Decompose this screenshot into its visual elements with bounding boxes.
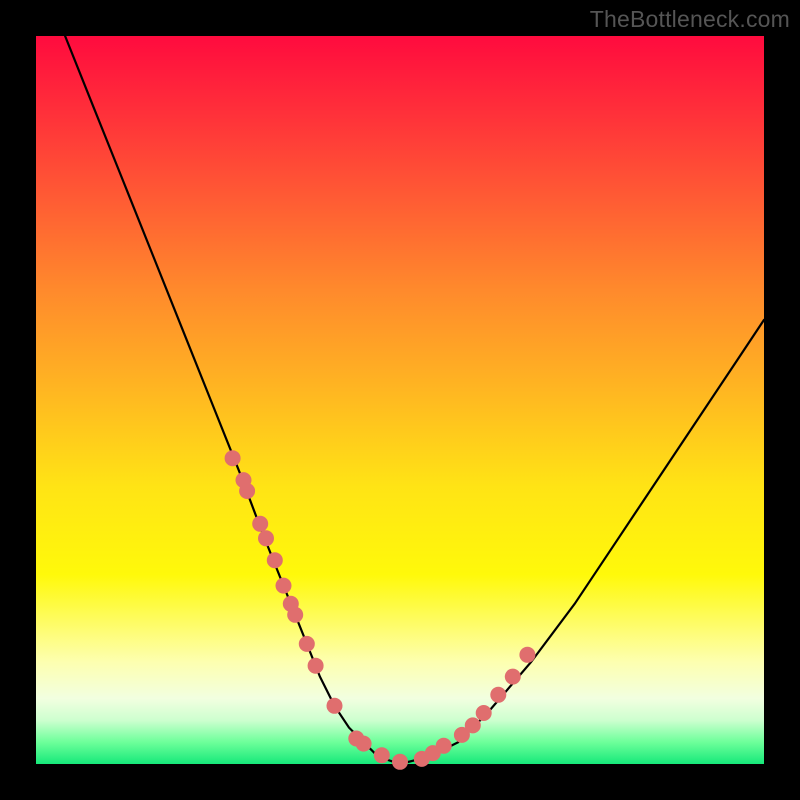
highlight-dot [374, 747, 390, 763]
highlight-dot [239, 483, 255, 499]
highlight-dot [327, 698, 343, 714]
highlight-dot [308, 658, 324, 674]
watermark-text: TheBottleneck.com [590, 6, 790, 33]
highlight-dot [258, 530, 274, 546]
bottleneck-curve [36, 0, 764, 764]
highlight-dot [519, 647, 535, 663]
highlight-dot [392, 754, 408, 770]
highlight-dot [465, 717, 481, 733]
chart-plot-area [36, 36, 764, 764]
highlight-dot [276, 578, 292, 594]
chart-frame: TheBottleneck.com [0, 0, 800, 800]
highlight-dot [356, 736, 372, 752]
highlight-dot [252, 516, 268, 532]
highlight-dot [225, 450, 241, 466]
highlight-dot [299, 636, 315, 652]
highlight-dot [287, 607, 303, 623]
highlight-dot [267, 552, 283, 568]
highlight-dot [436, 738, 452, 754]
chart-svg [36, 36, 764, 764]
highlight-dot [476, 705, 492, 721]
highlight-dots [225, 450, 536, 770]
highlight-dot [490, 687, 506, 703]
highlight-dot [505, 669, 521, 685]
